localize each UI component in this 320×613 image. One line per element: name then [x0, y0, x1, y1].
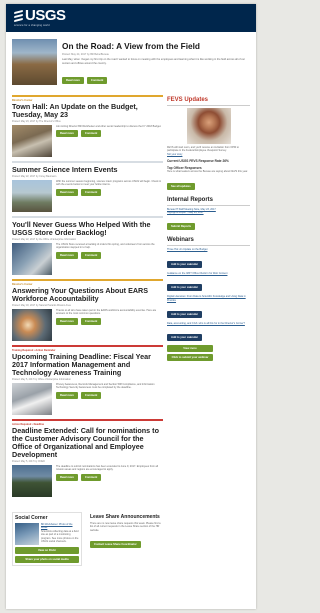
article-budget-town-hall: Director's Corner Town Hall: An Update o… — [12, 95, 163, 157]
read-more-button[interactable]: Read more — [62, 77, 84, 84]
comment-button[interactable]: Comment — [80, 188, 102, 196]
article-title[interactable]: Answering Your Questions About EARS Work… — [12, 287, 163, 303]
webinar-link[interactable]: Data, accounting, and CCA: who is all th… — [167, 322, 250, 325]
featured-story-text: Last May, when I began my first trip on … — [62, 58, 246, 65]
webinars-panel: Webinars Three Hot: An Update on the Bud… — [167, 237, 250, 362]
intranet-page: USGS science for a changing world On the… — [6, 4, 256, 609]
article-meta: Posted: May 22, 2017 by the Office of En… — [12, 238, 77, 241]
social-photo[interactable] — [15, 523, 39, 545]
internal-reports-panel: Internal Reports Bureau/IT Staff Meeting… — [167, 197, 250, 233]
view-more-webinars-button[interactable]: View more — [167, 345, 213, 353]
fevs-video-thumbnail[interactable] — [186, 108, 231, 144]
article-title[interactable]: Upcoming Training Deadline: Fiscal Year … — [12, 353, 163, 377]
webinar-item: Data, accounting, and CCA: who is all th… — [167, 322, 250, 343]
article-image[interactable] — [12, 243, 52, 275]
submit-reports-button[interactable]: Submit Reports — [167, 223, 196, 231]
article-advisory-council: Action Required • Deadline Deadline Exte… — [12, 419, 163, 497]
logo-tagline: science for a changing world — [14, 24, 50, 27]
fevs-tips-text: Here is what leaders across the Bureau a… — [167, 170, 248, 174]
article-image[interactable] — [12, 309, 52, 341]
article-text: Thanks to all who have taken part in the… — [56, 309, 157, 316]
article-image[interactable] — [12, 383, 52, 415]
comment-button[interactable]: Comment — [86, 77, 108, 84]
comment-button[interactable]: Comment — [80, 317, 102, 325]
social-corner-panel: Social Corner Bill Werkheiser: Photo of … — [12, 512, 82, 566]
comment-button[interactable]: Comment — [80, 391, 102, 399]
webinar-item: Guidance on the IM/IT Officer Reform for… — [167, 272, 250, 293]
read-more-button[interactable]: Read more — [56, 188, 78, 196]
add-to-calendar-button[interactable]: Add to your calendar — [167, 284, 202, 292]
read-more-button[interactable]: Read more — [56, 391, 78, 399]
comment-button[interactable]: Comment — [80, 130, 102, 138]
bottom-panels: Social Corner Bill Werkheiser: Photo of … — [12, 512, 250, 566]
article-text: Join Acting Director Bill Werkheiser and… — [56, 125, 162, 128]
fevs-title: FEVS Updates — [167, 97, 250, 106]
featured-story-meta: Posted: May 24, 2017 by Bill Bebe/Bureau — [62, 53, 109, 56]
fevs-text: FEVS will start soon, and you'll receive… — [167, 146, 239, 153]
add-to-calendar-button[interactable]: Add to your calendar — [167, 311, 202, 319]
fevs-panel: FEVS Updates FEVS will start soon, and y… — [167, 97, 250, 192]
webinar-item: Three Hot: An Update on the Budget Add t… — [167, 248, 250, 269]
webinar-link[interactable]: Digital Literacies: From Data to Scienti… — [167, 295, 250, 302]
read-more-button[interactable]: Read more — [56, 251, 78, 259]
share-photo-button[interactable]: Share your photo on social media — [15, 556, 79, 563]
social-corner-title: Social Corner — [15, 515, 48, 521]
article-training-deadline: Training Required • Action Reminder Upco… — [12, 345, 163, 415]
leave-share-panel: Leave Share Announcements There are no n… — [88, 512, 166, 566]
article-image[interactable] — [12, 180, 52, 212]
article-meta: Posted: May 18, 2017 by Natural Hazards … — [12, 304, 71, 307]
article-image[interactable] — [12, 125, 52, 157]
fevs-see-all-button[interactable]: See all updates — [167, 182, 195, 190]
logo-wordmark: USGS — [25, 7, 66, 24]
leave-share-title: Leave Share Announcements — [90, 514, 160, 520]
usgs-waves-icon — [14, 9, 23, 23]
read-more-button[interactable]: Read more — [56, 317, 78, 325]
article-title[interactable]: Deadline Extended: Call for nominations … — [12, 427, 163, 459]
webinar-link[interactable]: Three Hot: An Update on the Budget — [167, 248, 250, 251]
webinars-title: Webinars — [167, 237, 250, 247]
article-title[interactable]: Summer Science Intern Events — [12, 166, 163, 174]
article-store-backlog: You'll Never Guess Who Helped With the U… — [12, 216, 163, 275]
usgs-logo[interactable]: USGS science for a changing world — [14, 7, 66, 27]
article-list: Director's Corner Town Hall: An Update o… — [12, 95, 163, 501]
fevs-response-rate: Current USGS FEVS Response Rate 26% — [167, 159, 229, 164]
webinar-item: Digital Literacies: From Data to Scienti… — [167, 295, 250, 320]
article-title[interactable]: You'll Never Guess Who Helped With the U… — [12, 221, 163, 237]
article-text: Privacy Awareness, Records Management an… — [56, 383, 155, 390]
sidebar: FEVS Updates FEVS will start soon, and y… — [167, 97, 250, 366]
featured-story: On the Road: A View from the Field Poste… — [12, 37, 250, 91]
read-more-button[interactable]: Read more — [56, 473, 78, 481]
fevs-link[interactable]: Tell your story — [167, 153, 250, 156]
read-more-button[interactable]: Read more — [56, 130, 78, 138]
webinar-link[interactable]: Guidance on the IM/IT Officer Reform for… — [167, 272, 250, 275]
add-to-calendar-button[interactable]: Add to your calendar — [167, 334, 202, 342]
site-header: USGS science for a changing world — [6, 4, 256, 32]
reports-title: Internal Reports — [167, 197, 250, 206]
add-to-calendar-button[interactable]: Add to your calendar — [167, 260, 202, 268]
article-title[interactable]: Town Hall: An Update on the Budget, Tues… — [12, 103, 163, 119]
comment-button[interactable]: Comment — [80, 473, 102, 481]
report-link[interactable]: Highlights Report - May 24, 2017 — [167, 211, 250, 214]
submit-webinar-button[interactable]: Click to submit your webinar — [167, 354, 213, 362]
article-text: The USGS Store received a backlog of ord… — [56, 243, 155, 250]
article-summer-interns: Summer Science Intern Events Posted: May… — [12, 161, 163, 212]
article-meta: Posted: May 22, 2017 by Corey Baumann — [12, 175, 57, 178]
article-meta: Posted: May 5, 2017 by Office of Enterpr… — [12, 378, 71, 381]
contact-coordinator-button[interactable]: Contact Leave Share Coordinator — [90, 541, 141, 549]
article-meta: Posted: May 5, 2017 by OOED — [12, 460, 45, 463]
article-text: With the summer season beginning, scienc… — [56, 180, 162, 187]
view-on-flickr-button[interactable]: View on Flickr — [15, 547, 79, 554]
article-text: The deadline to submit nominations has b… — [56, 465, 159, 472]
article-meta: Posted: May 23, 2017 by The Director's O… — [12, 120, 61, 123]
featured-story-image[interactable] — [12, 39, 57, 85]
article-image[interactable] — [12, 465, 52, 497]
leave-share-text: There are no new leave share requests th… — [90, 522, 161, 532]
featured-story-title[interactable]: On the Road: A View from the Field — [62, 41, 200, 51]
article-ears-questions: Director's Corner Answering Your Questio… — [12, 279, 163, 341]
comment-button[interactable]: Comment — [80, 251, 102, 259]
